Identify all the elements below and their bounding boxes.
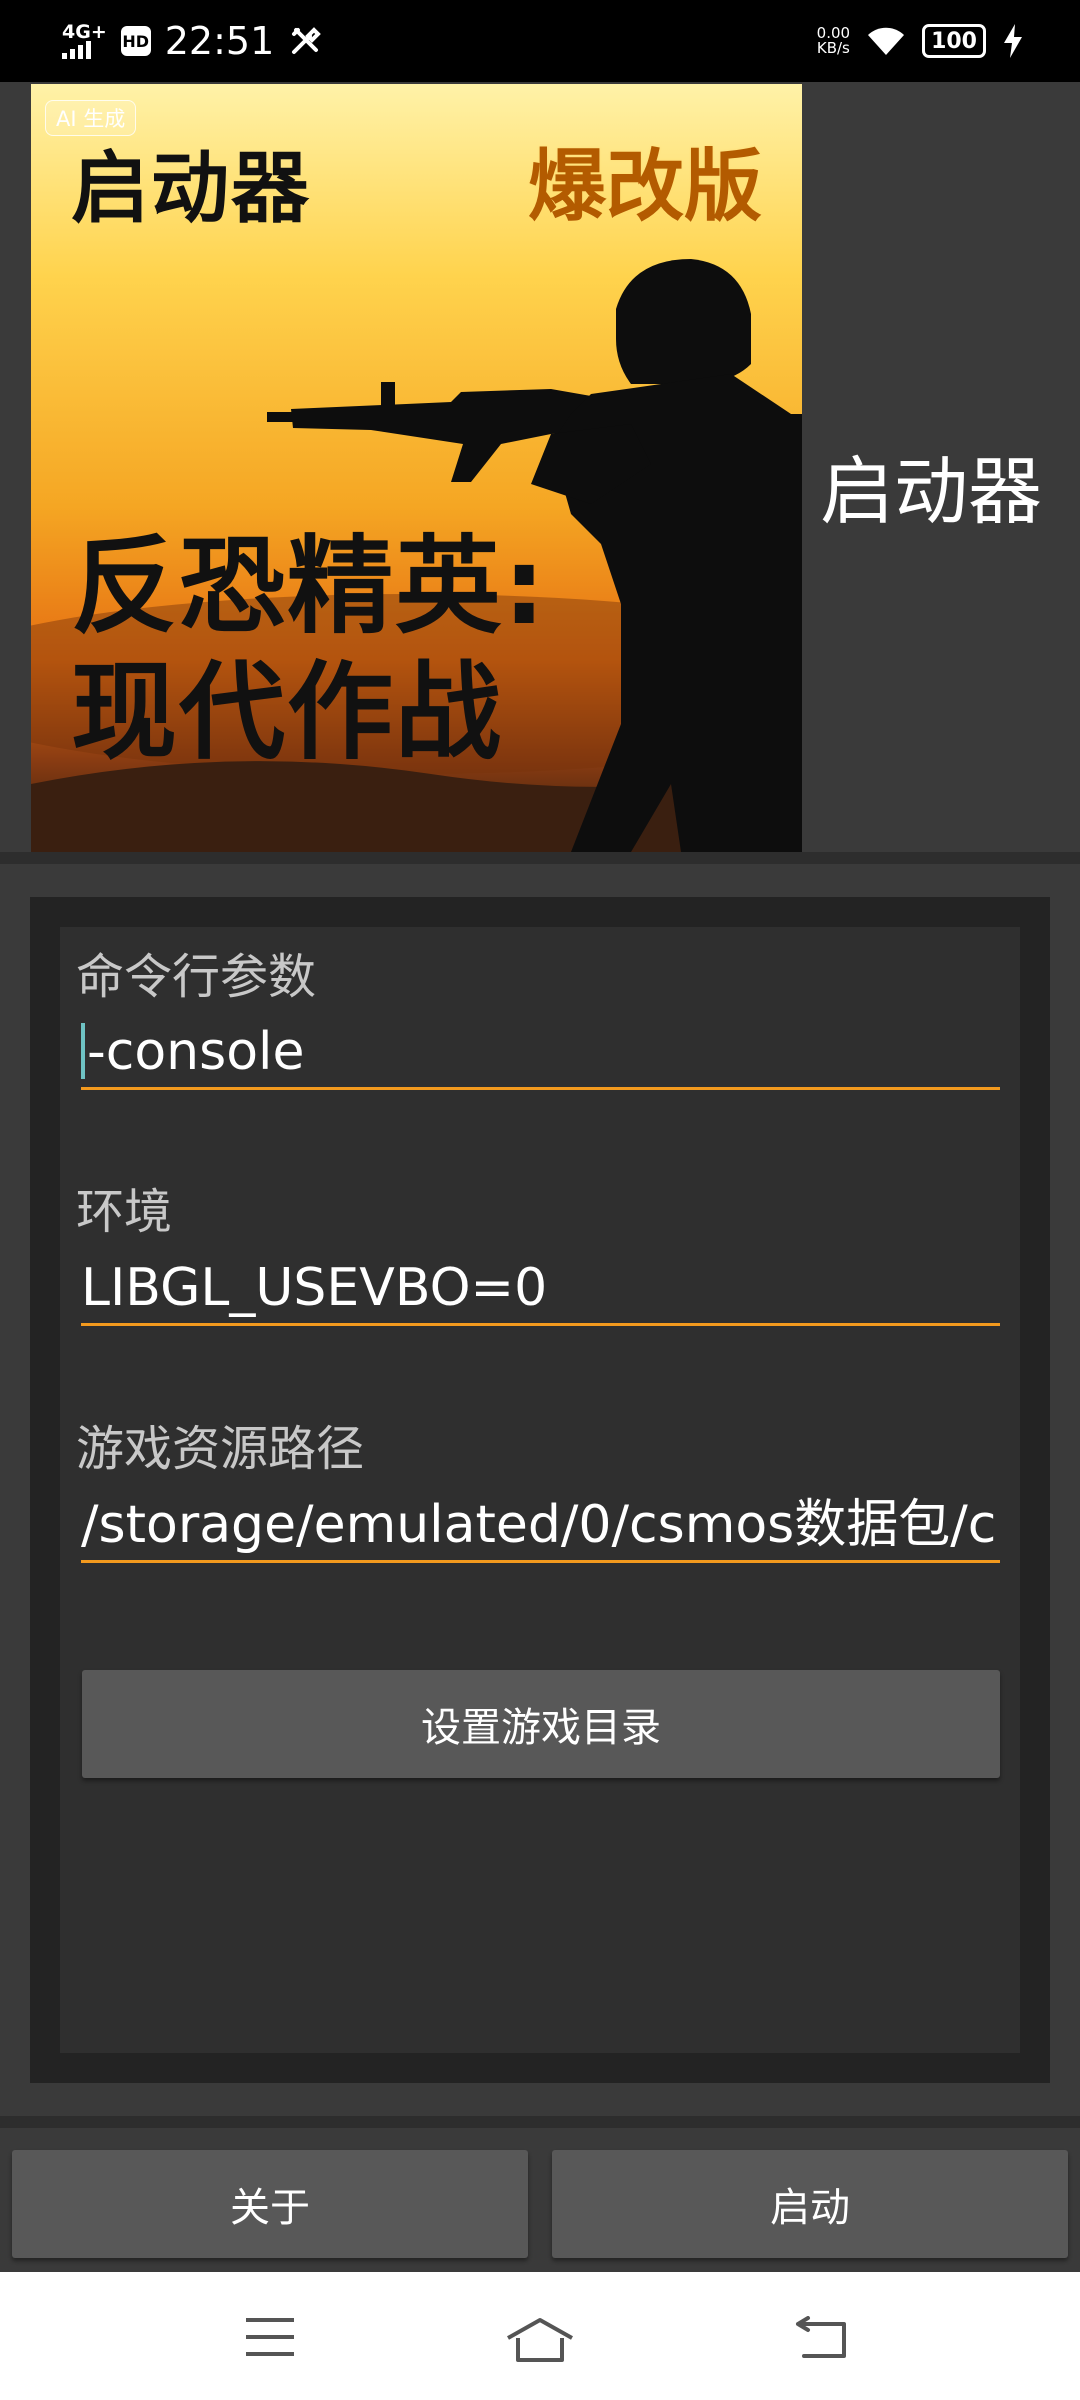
text-cursor (81, 1023, 85, 1079)
home-icon[interactable] (504, 2316, 576, 2364)
banner-title-left: 启动器 (71, 144, 312, 234)
divider (0, 852, 1080, 864)
network-type: 4G+ (62, 21, 107, 43)
about-button[interactable]: 关于 (12, 2150, 528, 2258)
app-title: 启动器 (820, 449, 1042, 535)
banner-game-title-line2: 现代作战 (71, 651, 503, 774)
settings-form: 命令行参数 -console 环境 LIBGL_USEVBO=0 游戏资源路径 … (60, 927, 1020, 2053)
divider (0, 2116, 1080, 2128)
game-banner-image: AI 生成 启动器 爆改版 反恐精英: 现代作战 (31, 84, 802, 852)
env-input[interactable]: LIBGL_USEVBO=0 (81, 1253, 1000, 1326)
banner-title-right: 爆改版 (527, 142, 762, 232)
path-input[interactable]: /storage/emulated/0/csmos数据包/c (81, 1490, 1000, 1563)
banner-game-title: 反恐精英: 现代作战 (71, 524, 547, 776)
battery-icon: 100 (922, 24, 986, 58)
net-speed: 0.00 KB/s (817, 26, 850, 56)
system-nav-bar (0, 2272, 1080, 2400)
args-input-value: -console (87, 1022, 305, 1082)
header: AI 生成 启动器 爆改版 反恐精英: 现代作战 启动器 (0, 82, 1080, 852)
status-bar: 4G+ HD 22:51 0.00 KB/s 100 (0, 0, 1080, 82)
args-label: 命令行参数 (76, 949, 317, 1005)
banner-game-title-line1: 反恐精英: (71, 525, 548, 648)
bottom-action-bar: 关于 启动 (0, 2116, 1080, 2272)
signal-icon: 4G+ (62, 23, 107, 59)
path-label: 游戏资源路径 (76, 1421, 365, 1477)
set-game-dir-button[interactable]: 设置游戏目录 (82, 1670, 1000, 1778)
settings-panel: 命令行参数 -console 环境 LIBGL_USEVBO=0 游戏资源路径 … (30, 897, 1050, 2083)
charging-icon (1004, 24, 1022, 58)
signal-bars-icon (62, 41, 91, 59)
net-speed-unit: KB/s (816, 39, 850, 57)
back-icon[interactable] (794, 2316, 850, 2360)
wifi-icon (868, 27, 905, 55)
menu-icon[interactable] (244, 2316, 296, 2358)
launch-button[interactable]: 启动 (552, 2150, 1068, 2258)
clock: 22:51 (164, 19, 275, 63)
path-input-value: /storage/emulated/0/csmos数据包/c (81, 1495, 997, 1555)
tools-icon (292, 27, 322, 54)
env-label: 环境 (76, 1184, 173, 1240)
env-input-value: LIBGL_USEVBO=0 (81, 1258, 548, 1318)
args-input[interactable]: -console (81, 1017, 1000, 1090)
hd-icon: HD (120, 26, 151, 56)
